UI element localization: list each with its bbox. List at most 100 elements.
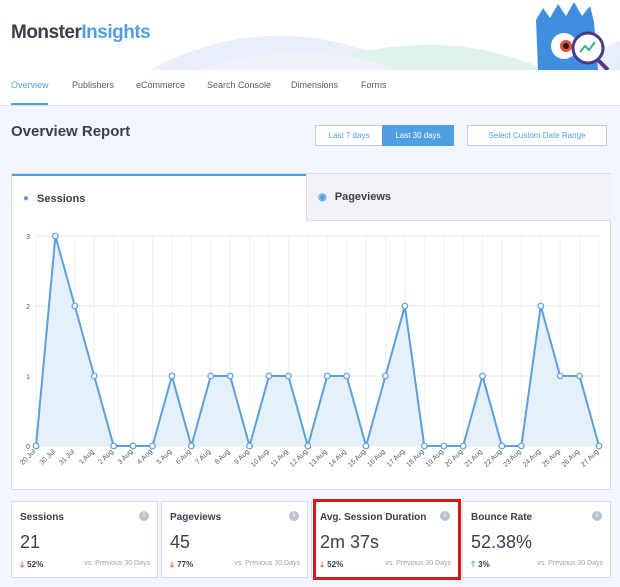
- data-point: [517, 442, 525, 450]
- stat-change-value: 3%: [478, 560, 490, 569]
- stat-change: 🡓 77%: [170, 559, 193, 573]
- series-line: [35, 235, 600, 450]
- tab-forms[interactable]: Forms: [361, 80, 387, 90]
- x-tick-label: 5 Aug: [156, 448, 174, 466]
- main-nav: Overview Publishers eCommerce Search Con…: [0, 70, 620, 106]
- custom-date-range-button[interactable]: Select Custom Date Range: [467, 125, 607, 146]
- highlight-box: [313, 499, 461, 580]
- stat-label: Pageviews: [170, 512, 222, 523]
- x-tick-label: 9 Aug: [233, 448, 251, 466]
- stat-compare: vs. Previous 30 Days: [234, 560, 300, 567]
- x-tick-label: 11 Aug: [270, 448, 290, 468]
- stat-change-value: 77%: [177, 560, 194, 569]
- stat-change: 🡑 3%: [471, 559, 490, 573]
- data-point: [459, 442, 467, 450]
- y-tick-label: 0: [26, 444, 30, 451]
- tab-overview[interactable]: Overview: [11, 80, 49, 90]
- stat-change-value: 52%: [27, 560, 44, 569]
- data-point: [149, 442, 156, 450]
- monster-mascot-icon: [536, 2, 610, 70]
- x-tick-label: 24 Aug: [522, 448, 542, 468]
- data-point: [556, 372, 564, 380]
- stat-card-pageviews: Pageviews i 45 🡓 77% vs. Previous 30 Days: [161, 501, 308, 578]
- stat-label: Bounce Rate: [471, 512, 533, 523]
- data-point: [304, 442, 312, 450]
- data-point: [265, 372, 273, 380]
- monsterinsights-logo[interactable]: MonsterInsights: [11, 22, 151, 44]
- sessions-chart: 012320 Jul 30 Jul 31 Jul 1 Aug 2 Aug 3 Aug 4 A…: [19, 232, 603, 469]
- stat-card-bounce-rate: Bounce Rate i 52.38% 🡑 3% vs. Previous 30…: [462, 501, 611, 578]
- x-tick-label: 1 Aug: [78, 448, 96, 466]
- data-point: [440, 442, 448, 450]
- x-tick-label: 25 Aug: [541, 448, 561, 468]
- x-tick-label: 7 Aug: [195, 448, 213, 466]
- data-point: [168, 372, 176, 380]
- x-tick-label: 31 Jul: [58, 448, 76, 466]
- x-tick-label: 15 Aug: [347, 448, 367, 468]
- page-title: Overview Report: [11, 123, 131, 140]
- last-30-days-button[interactable]: Last 30 days: [382, 125, 454, 146]
- data-point: [323, 372, 331, 380]
- x-tick-label: 18 Aug: [405, 448, 425, 468]
- last-7-days-button[interactable]: Last 7 days: [315, 125, 383, 146]
- stat-compare: vs. Previous 30 Days: [84, 560, 150, 567]
- x-tick-label: 22 Aug: [483, 448, 503, 468]
- stat-compare: vs. Previous 30 Days: [537, 560, 603, 567]
- stat-label: Sessions: [20, 512, 64, 523]
- x-tick-label: 27 Aug: [580, 448, 600, 468]
- stat-change: 🡓 52%: [20, 559, 43, 573]
- x-tick-label: 19 Aug: [425, 448, 445, 468]
- data-point: [90, 372, 98, 380]
- report-panel: ● Sessions ◉ Pageviews 0 1 2 3 20 Jul 30 Jul 3…: [11, 173, 611, 490]
- arrow-down-icon: 🡓: [170, 560, 175, 569]
- x-tick-label: 2 Aug: [97, 448, 115, 466]
- data-point: [362, 442, 370, 450]
- data-point: [110, 442, 118, 450]
- info-icon[interactable]: i: [139, 511, 149, 521]
- tab-ecommerce[interactable]: eCommerce: [136, 80, 185, 90]
- info-icon[interactable]: i: [289, 511, 299, 521]
- x-tick-label: 20 Aug: [444, 448, 464, 468]
- tab-dimensions[interactable]: Dimensions: [291, 80, 338, 90]
- data-point: [71, 302, 79, 310]
- data-point: [32, 442, 40, 450]
- data-point: [246, 442, 253, 450]
- data-point: [420, 442, 428, 450]
- data-point: [284, 372, 292, 380]
- data-point: [207, 372, 215, 380]
- tab-search-console[interactable]: Search Console: [207, 80, 271, 90]
- x-tick-label: 14 Aug: [328, 448, 348, 468]
- x-tick-label: 26 Aug: [561, 448, 581, 468]
- data-point: [129, 442, 137, 450]
- info-icon[interactable]: i: [592, 511, 602, 521]
- x-tick-label: 4 Aug: [136, 448, 154, 466]
- x-tick-label: 8 Aug: [214, 448, 232, 466]
- x-tick-label: 13 Aug: [308, 448, 328, 468]
- stat-value: 52.38%: [471, 532, 533, 552]
- header: MonsterInsights: [0, 0, 620, 70]
- y-tick-label: 3: [26, 234, 30, 241]
- data-point: [595, 442, 603, 450]
- data-point: [226, 372, 234, 380]
- x-tick-label: 16 Aug: [366, 448, 386, 468]
- data-point: [343, 372, 351, 380]
- active-tab-indicator: [11, 103, 48, 105]
- data-point: [537, 302, 545, 310]
- y-tick-label: 1: [26, 374, 30, 381]
- data-point: [498, 442, 506, 450]
- y-tick-label: 2: [26, 304, 30, 311]
- x-tick-label: 12 Aug: [289, 448, 309, 468]
- x-tick-label: 30 Jul: [39, 448, 57, 466]
- x-tick-label: 10 Aug: [250, 448, 270, 468]
- data-point: [401, 302, 409, 310]
- tab-publishers[interactable]: Publishers: [72, 80, 114, 90]
- stat-card-sessions: Sessions i 21 🡓 52% vs. Previous 30 Days: [11, 501, 158, 578]
- data-point: [576, 372, 583, 380]
- data-point: [52, 232, 59, 240]
- stat-value: 21: [20, 532, 41, 552]
- data-point: [479, 372, 486, 380]
- x-tick-label: 21 Aug: [464, 448, 484, 468]
- stat-value: 45: [170, 532, 191, 552]
- x-tick-label: 3 Aug: [117, 448, 135, 466]
- data-point: [382, 372, 389, 380]
